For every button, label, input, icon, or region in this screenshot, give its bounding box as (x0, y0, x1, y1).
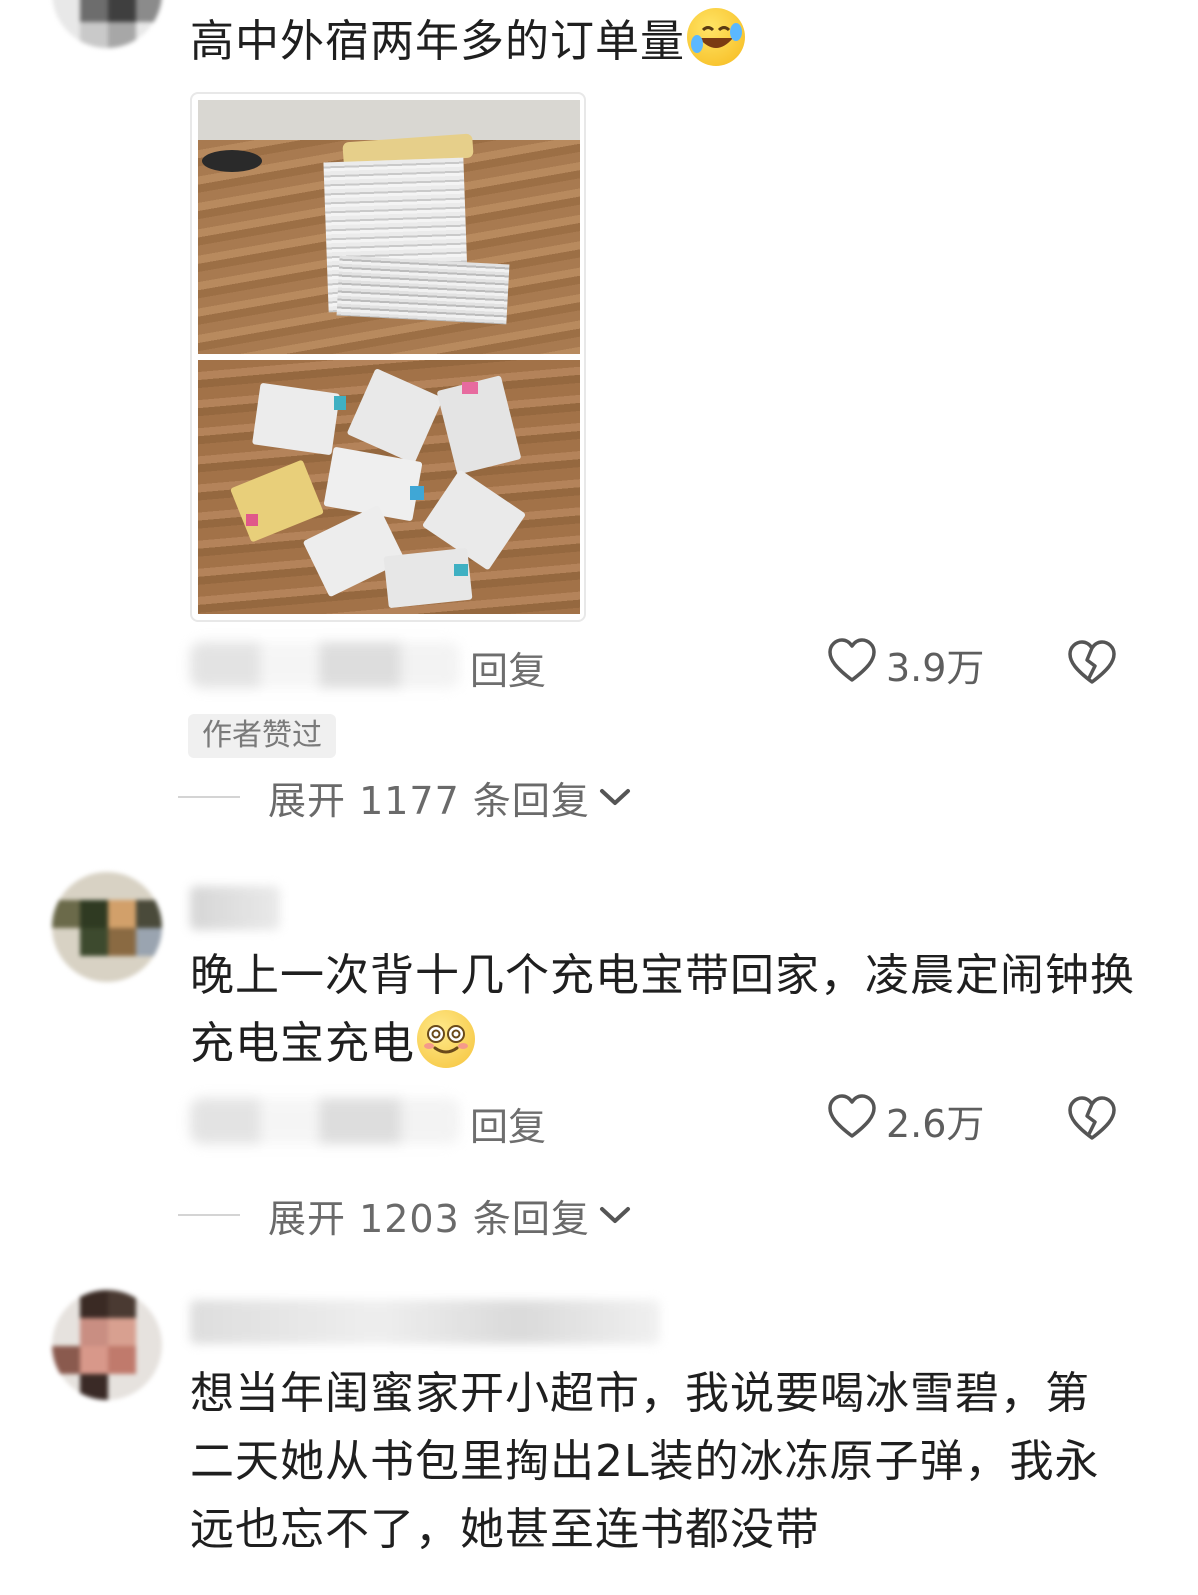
comment-text: 高中外宿两年多的订单量 (190, 8, 1150, 76)
comment-text-content: 晚上一次背十几个充电宝带回家，凌晨定闹钟换充电宝充电 (190, 950, 1135, 1069)
dizzy-smile-emoji (417, 1010, 475, 1068)
expand-replies-button[interactable]: 展开 1203 条回复 (178, 1190, 632, 1241)
expand-replies-button[interactable]: 展开 1177 条回复 (178, 772, 632, 823)
comment-1: 高中外宿两年多的订单量 回复 3.9万 作者赞过 展开 1177 条回复 (0, 0, 1198, 830)
comment-text-content: 高中外宿两年多的订单量 (190, 16, 685, 67)
like-count: 2.6万 (886, 1101, 985, 1146)
avatar[interactable] (52, 1290, 162, 1400)
reply-button[interactable]: 回复 (470, 640, 546, 695)
heart-outline-icon (826, 636, 878, 692)
comment-2: 晚上一次背十几个充电宝带回家，凌晨定闹钟换充电宝充电 回复 2.6万 展开 12… (0, 860, 1198, 1250)
timestamp-location-redacted (190, 1098, 460, 1144)
comment-meta: 回复 3.9万 (190, 636, 1130, 696)
author-liked-tag: 作者赞过 (188, 714, 336, 758)
reply-button[interactable]: 回复 (470, 1096, 546, 1151)
username-redacted[interactable] (190, 1300, 660, 1344)
comment-meta: 回复 2.6万 (190, 1092, 1130, 1152)
like-count: 3.9万 (886, 645, 985, 690)
divider (178, 1214, 240, 1216)
like-button[interactable]: 3.9万 (826, 636, 984, 692)
broken-heart-icon[interactable] (1066, 1094, 1118, 1150)
avatar[interactable] (52, 872, 162, 982)
chevron-down-icon (598, 1203, 632, 1231)
photo-receipt-bundles[interactable] (198, 360, 580, 614)
username-redacted[interactable] (190, 886, 280, 930)
like-button[interactable]: 2.6万 (826, 1092, 984, 1148)
expand-replies-label: 展开 1203 条回复 (268, 1196, 590, 1241)
divider (178, 796, 240, 798)
comment-text: 晚上一次背十几个充电宝带回家，凌晨定闹钟换充电宝充电 (190, 942, 1150, 1078)
rofl-emoji (687, 8, 745, 66)
comment-text: 想当年闺蜜家开小超市，我说要喝冰雪碧，第二天她从书包里掏出2L装的冰冻原子弹，我… (190, 1360, 1120, 1564)
avatar[interactable] (52, 0, 162, 48)
comment-3: 想当年闺蜜家开小超市，我说要喝冰雪碧，第二天她从书包里掏出2L装的冰冻原子弹，我… (0, 1280, 1198, 1595)
comment-text-content: 想当年闺蜜家开小超市，我说要喝冰雪碧，第二天她从书包里掏出2L装的冰冻原子弹，我… (190, 1368, 1100, 1555)
comment-photo-group[interactable] (190, 92, 586, 622)
broken-heart-icon[interactable] (1066, 638, 1118, 694)
timestamp-location-redacted (190, 642, 460, 688)
heart-outline-icon (826, 1092, 878, 1148)
expand-replies-label: 展开 1177 条回复 (268, 778, 590, 823)
chevron-down-icon (598, 785, 632, 813)
photo-receipt-stack[interactable] (198, 100, 580, 354)
